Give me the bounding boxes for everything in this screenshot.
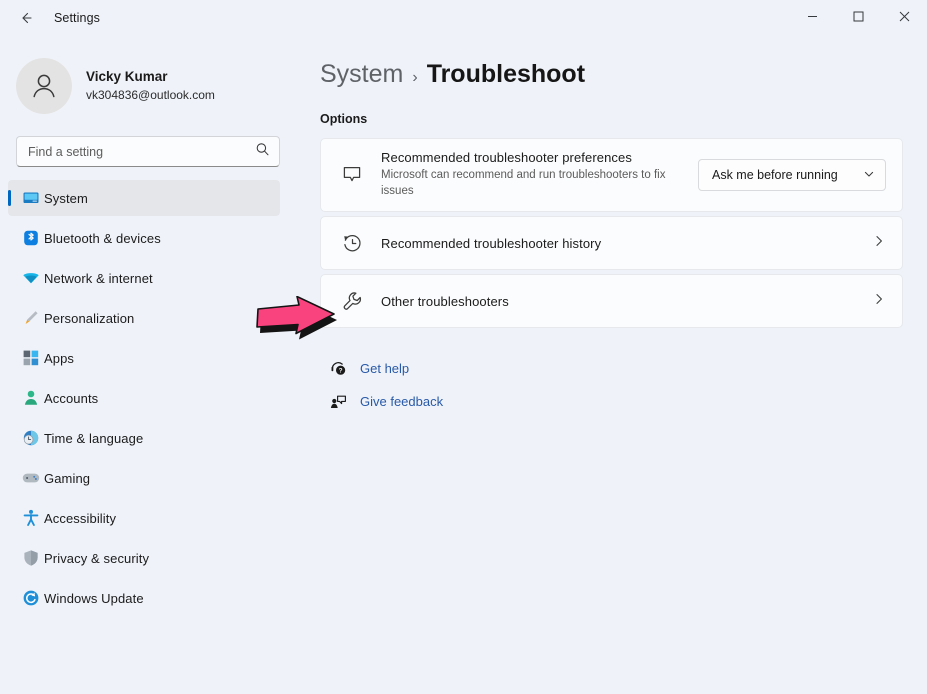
card-title: Recommended troubleshooter history <box>381 236 854 251</box>
sidebar-item-label: Network & internet <box>44 271 153 286</box>
shield-icon <box>22 549 40 567</box>
title-bar: Settings <box>0 0 927 36</box>
sidebar: Vicky Kumar vk304836@outlook.com System <box>0 36 300 694</box>
person-avatar-icon <box>27 69 61 103</box>
clock-globe-icon <box>22 429 40 447</box>
sidebar-item-system[interactable]: System <box>8 180 280 216</box>
help-links: ? Get help Give feedback <box>320 354 903 415</box>
chevron-right-icon <box>864 292 886 311</box>
history-clock-icon <box>337 232 367 255</box>
chevron-down-icon <box>863 168 875 183</box>
sidebar-item-label: Time & language <box>44 431 143 446</box>
card-other-troubleshooters[interactable]: Other troubleshooters <box>320 274 903 328</box>
gamepad-icon <box>22 469 40 487</box>
breadcrumb-separator: › <box>412 69 417 87</box>
sidebar-item-label: Apps <box>44 351 74 366</box>
close-button[interactable] <box>881 0 927 33</box>
sidebar-item-network-internet[interactable]: Network & internet <box>8 260 280 296</box>
account-email: vk304836@outlook.com <box>86 88 215 103</box>
sidebar-item-gaming[interactable]: Gaming <box>8 460 280 496</box>
apps-icon <box>22 349 40 367</box>
options-card-list: Recommended troubleshooter preferences M… <box>320 138 903 328</box>
sidebar-item-label: Windows Update <box>44 591 144 606</box>
minimize-button[interactable] <box>789 0 835 33</box>
card-recommended-troubleshooter-preferences: Recommended troubleshooter preferences M… <box>320 138 903 212</box>
breadcrumb-parent[interactable]: System <box>320 60 403 89</box>
window-controls <box>789 0 927 36</box>
back-button[interactable] <box>8 2 44 34</box>
sidebar-item-label: Personalization <box>44 311 134 326</box>
minimize-icon <box>807 11 818 22</box>
sidebar-item-label: System <box>44 191 88 206</box>
main-content: System › Troubleshoot Options Recommende… <box>300 36 927 694</box>
sidebar-item-label: Accessibility <box>44 511 116 526</box>
accessibility-person-icon <box>22 509 40 527</box>
sidebar-item-label: Privacy & security <box>44 551 149 566</box>
link-label: Get help <box>360 361 409 376</box>
card-description: Microsoft can recommend and run troubles… <box>381 168 688 200</box>
search-container <box>16 136 280 167</box>
recommended-troubleshooter-preference-dropdown[interactable]: Ask me before running <box>698 159 886 191</box>
sidebar-item-bluetooth-devices[interactable]: Bluetooth & devices <box>8 220 280 256</box>
sidebar-item-label: Accounts <box>44 391 98 406</box>
dropdown-value: Ask me before running <box>712 168 838 182</box>
update-refresh-icon <box>22 589 40 607</box>
sidebar-item-personalization[interactable]: Personalization <box>8 300 280 336</box>
sidebar-item-label: Bluetooth & devices <box>44 231 161 246</box>
sidebar-item-privacy-security[interactable]: Privacy & security <box>8 540 280 576</box>
wrench-icon <box>337 290 367 313</box>
svg-text:?: ? <box>338 367 342 374</box>
account-block[interactable]: Vicky Kumar vk304836@outlook.com <box>16 58 300 114</box>
help-question-icon: ? <box>326 360 350 377</box>
speech-bubble-icon <box>337 164 367 186</box>
link-label: Give feedback <box>360 394 443 409</box>
close-icon <box>899 11 910 22</box>
sidebar-item-time-language[interactable]: Time & language <box>8 420 280 456</box>
page-title: Troubleshoot <box>427 60 585 89</box>
wifi-icon <box>22 269 40 287</box>
card-title: Other troubleshooters <box>381 294 854 309</box>
maximize-button[interactable] <box>835 0 881 33</box>
paintbrush-icon <box>22 309 40 327</box>
card-recommended-troubleshooter-history[interactable]: Recommended troubleshooter history <box>320 216 903 270</box>
chevron-right-icon <box>864 234 886 253</box>
search-input[interactable] <box>16 136 280 167</box>
sidebar-item-accounts[interactable]: Accounts <box>8 380 280 416</box>
sidebar-item-apps[interactable]: Apps <box>8 340 280 376</box>
sidebar-item-label: Gaming <box>44 471 90 486</box>
get-help-link[interactable]: ? Get help <box>326 354 409 382</box>
sidebar-nav: System Bluetooth & devices Network & int… <box>0 180 300 616</box>
sidebar-item-windows-update[interactable]: Windows Update <box>8 580 280 616</box>
breadcrumb: System › Troubleshoot <box>320 60 903 89</box>
avatar <box>16 58 72 114</box>
give-feedback-link[interactable]: Give feedback <box>326 387 443 415</box>
monitor-icon <box>22 189 40 207</box>
bluetooth-icon <box>22 229 40 247</box>
card-title: Recommended troubleshooter preferences <box>381 150 688 165</box>
app-title: Settings <box>54 11 100 25</box>
sidebar-item-accessibility[interactable]: Accessibility <box>8 500 280 536</box>
section-label-options: Options <box>320 112 903 126</box>
back-arrow-icon <box>18 10 34 26</box>
account-person-icon <box>22 389 40 407</box>
account-name: Vicky Kumar <box>86 69 215 86</box>
maximize-icon <box>853 11 864 22</box>
feedback-person-icon <box>326 393 350 410</box>
